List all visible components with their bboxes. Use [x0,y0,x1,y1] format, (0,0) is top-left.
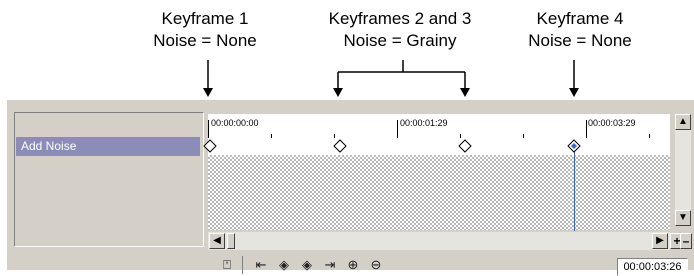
current-time-display: 00:00:03:26 [617,258,688,276]
preview-area [208,155,670,230]
keyframe-4-icon[interactable] [567,139,581,153]
annotation-arrows [203,60,579,97]
next-keyframe-icon[interactable]: ◈ [298,256,316,274]
zoom-out-button[interactable]: – [680,233,692,249]
playhead[interactable] [574,143,575,231]
keyframe-1-icon[interactable] [203,139,217,153]
time-ruler[interactable]: 00:00:00:00 00:00:01:29 00:00:03:29 [208,114,670,138]
ruler-time-0: 00:00:00:00 [211,118,259,128]
add-keyframe-icon[interactable]: ⊕ [344,256,362,274]
lock-layer-icon[interactable]: ⍞ [218,256,236,274]
scroll-right-button[interactable]: ▶ [652,233,668,249]
ruler-time-2: 00:00:03:29 [588,118,636,128]
keyframe-track[interactable] [208,138,670,155]
vertical-scrollbar-track[interactable] [675,130,691,210]
scroll-left-button[interactable]: ◀ [209,233,225,249]
go-to-start-icon[interactable]: ⇤ [252,256,270,274]
scroll-thumb[interactable] [227,233,235,249]
delete-keyframe-icon[interactable]: ⊖ [367,256,385,274]
track-list [14,112,204,247]
keyframe-3-icon[interactable] [458,139,472,153]
keyframe-2-icon[interactable] [333,139,347,153]
scroll-down-button[interactable]: ▼ [675,210,691,226]
scroll-up-button[interactable]: ▲ [675,114,691,130]
ruler-time-1: 00:00:01:29 [400,118,448,128]
toolbar-divider [242,256,243,274]
go-to-end-icon[interactable]: ⇥ [321,256,339,274]
horizontal-scrollbar[interactable] [208,232,670,250]
track-add-noise[interactable]: Add Noise [16,137,200,156]
previous-keyframe-icon[interactable]: ◈ [275,256,293,274]
